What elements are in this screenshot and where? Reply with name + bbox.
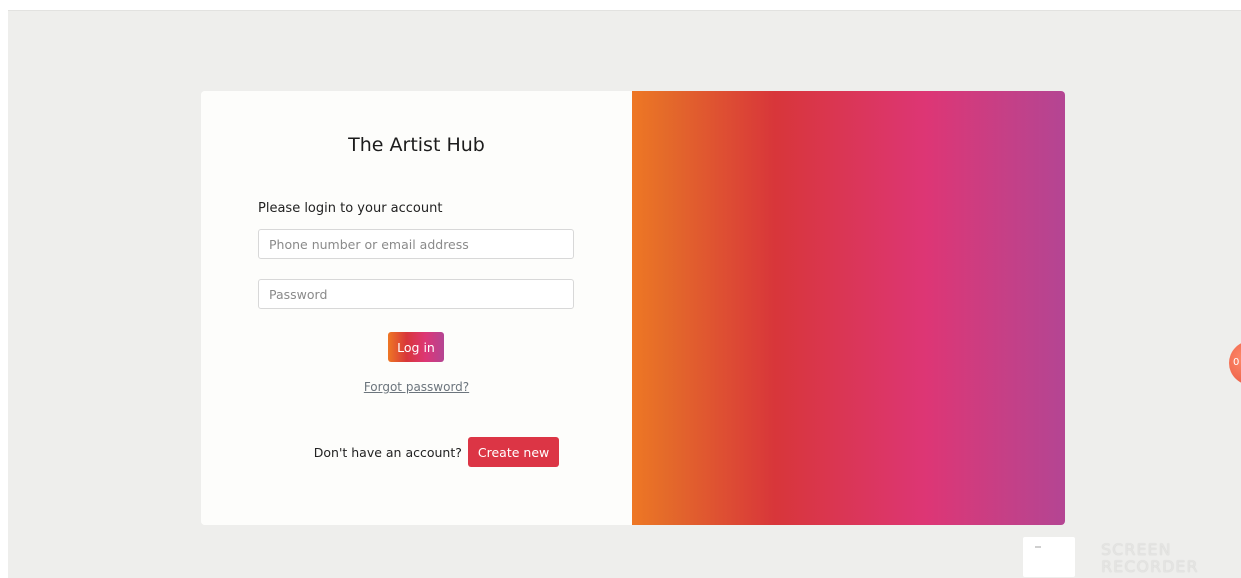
login-subtitle: Please login to your account xyxy=(258,201,443,216)
signup-prompt: Don't have an account? xyxy=(313,444,462,460)
recorder-bubble-text: 0 xyxy=(1233,357,1240,368)
screen-recorder-watermark: SCREEN RECORDER xyxy=(1023,537,1241,577)
signup-row: Don't have an account? Create new xyxy=(201,437,632,467)
login-button[interactable]: Log in xyxy=(388,332,444,362)
login-form-panel: The Artist Hub Please login to your acco… xyxy=(201,91,632,525)
email-field[interactable] xyxy=(258,229,574,259)
app-title: The Artist Hub xyxy=(348,134,485,156)
create-account-button[interactable]: Create new xyxy=(467,437,560,467)
watermark-line-2: RECORDER xyxy=(1101,557,1199,576)
recorder-logo-icon xyxy=(1023,537,1075,577)
page-viewport: The Artist Hub Please login to your acco… xyxy=(8,10,1241,578)
forgot-password-link[interactable]: Forgot password? xyxy=(201,380,632,394)
login-card: The Artist Hub Please login to your acco… xyxy=(201,91,1065,525)
gradient-panel xyxy=(632,91,1065,525)
password-field[interactable] xyxy=(258,279,574,309)
watermark-line-1: SCREEN xyxy=(1101,540,1172,559)
watermark-text: SCREEN RECORDER xyxy=(1101,541,1199,575)
